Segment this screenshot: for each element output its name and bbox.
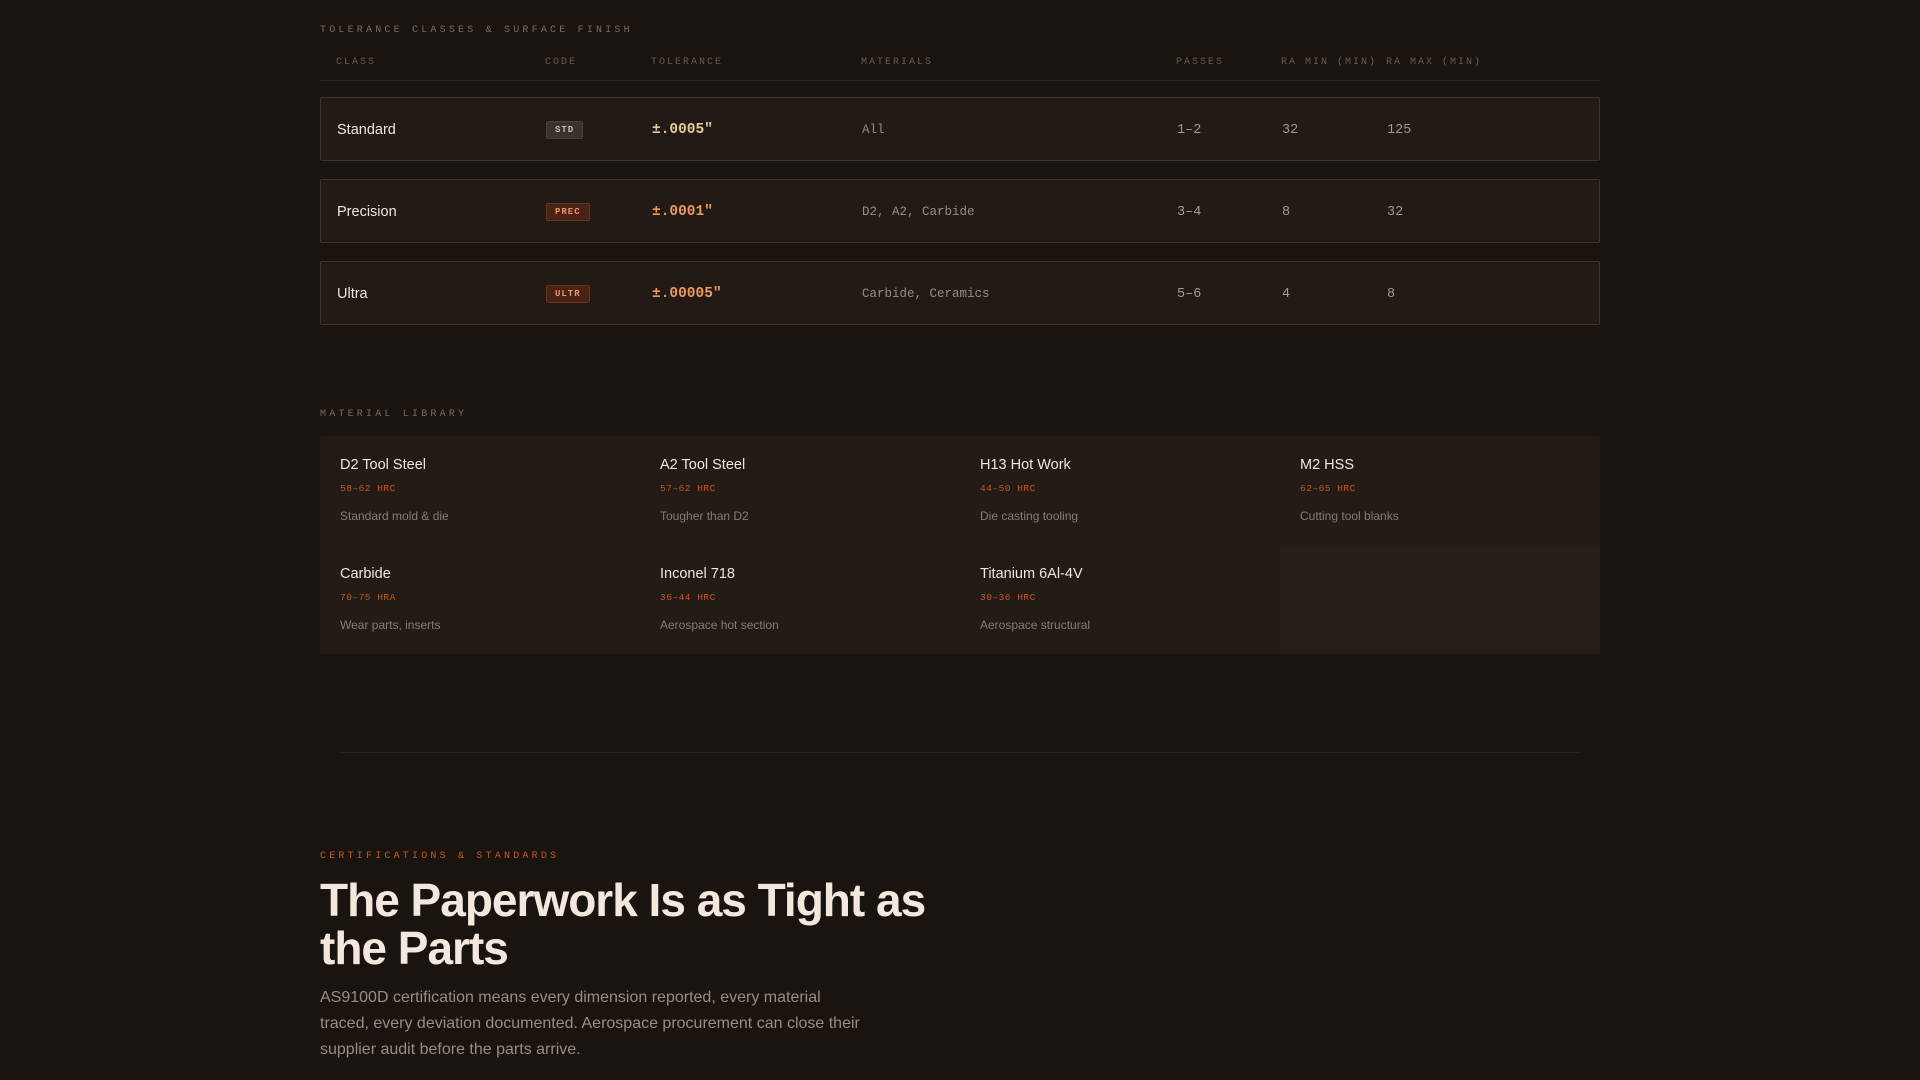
passes-value: 3–4 xyxy=(1177,204,1202,220)
col-code: CODE xyxy=(545,57,578,68)
material-description: Cutting tool blanks xyxy=(1300,509,1399,523)
material-description: Tougher than D2 xyxy=(660,509,749,523)
table-body: Standard STD ±.0005" All 1–2 32 125 Prec… xyxy=(320,97,1600,325)
material-hardness: 36–44 HRC xyxy=(660,592,716,603)
material-library-heading: MATERIAL LIBRARY xyxy=(320,409,468,420)
material-name: D2 Tool Steel xyxy=(340,457,426,473)
materials-value: D2, A2, Carbide xyxy=(862,205,975,219)
material-card-inconel[interactable]: Inconel 718 36–44 HRC Aerospace hot sect… xyxy=(640,545,960,654)
code-cell: STD xyxy=(546,98,584,162)
material-hardness: 57–62 HRC xyxy=(660,483,716,494)
material-name: H13 Hot Work xyxy=(980,457,1071,473)
material-card-titanium[interactable]: Titanium 6Al-4V 30–36 HRC Aerospace stru… xyxy=(960,545,1280,654)
class-name: Standard xyxy=(337,122,396,138)
material-description: Aerospace hot section xyxy=(660,618,779,632)
ra-min-value: 32 xyxy=(1282,122,1299,138)
class-name: Precision xyxy=(337,204,397,220)
materials-value: Carbide, Ceramics xyxy=(862,287,990,301)
material-name: Inconel 718 xyxy=(660,566,735,582)
material-card-carbide[interactable]: Carbide 70–75 HRA Wear parts, inserts xyxy=(320,545,640,654)
col-ra-max: RA MAX (MIN) xyxy=(1386,57,1483,68)
col-class: CLASS xyxy=(336,57,377,68)
table-header: CLASS CODE TOLERANCE MATERIALS PASSES RA… xyxy=(320,50,1600,81)
certifications-section: CERTIFICATIONS & STANDARDS The Paperwork… xyxy=(320,851,1600,1079)
table-row-standard[interactable]: Standard STD ±.0005" All 1–2 32 125 xyxy=(320,97,1600,161)
material-name: Titanium 6Al-4V xyxy=(980,566,1083,582)
passes-value: 5–6 xyxy=(1177,286,1202,302)
material-hardness: 30–36 HRC xyxy=(980,592,1036,603)
material-description: Aerospace structural xyxy=(980,618,1091,632)
tolerance-value: ±.00005" xyxy=(652,286,722,302)
table-row-ultra[interactable]: Ultra ULTR ±.00005" Carbide, Ceramics 5–… xyxy=(320,261,1600,325)
material-card-a2[interactable]: A2 Tool Steel 57–62 HRC Tougher than D2 xyxy=(640,436,960,545)
ra-min-value: 4 xyxy=(1282,286,1291,302)
col-tolerance: TOLERANCE xyxy=(651,57,724,68)
ra-max-value: 125 xyxy=(1387,122,1412,138)
certifications-body: AS9100D certification means every dimens… xyxy=(320,989,860,1058)
tolerance-heading: TOLERANCE CLASSES & SURFACE FINISH xyxy=(320,25,633,36)
tolerance-value: ±.0005" xyxy=(652,122,713,138)
material-hardness: 62–65 HRC xyxy=(1300,483,1356,494)
ra-max-value: 32 xyxy=(1387,204,1404,220)
class-name: Ultra xyxy=(337,286,368,302)
certifications-title: The Paperwork Is as Tight as the Parts xyxy=(320,874,926,974)
col-passes: PASSES xyxy=(1176,57,1225,68)
page: TOLERANCE CLASSES & SURFACE FINISH CLASS… xyxy=(0,0,1920,1080)
materials-value: All xyxy=(862,123,885,137)
material-hardness: 70–75 HRA xyxy=(340,592,396,603)
passes-value: 1–2 xyxy=(1177,122,1202,138)
certifications-eyebrow: CERTIFICATIONS & STANDARDS xyxy=(320,851,560,862)
tolerance-section: TOLERANCE CLASSES & SURFACE FINISH CLASS… xyxy=(320,25,1600,343)
ra-max-value: 8 xyxy=(1387,286,1396,302)
material-card-h13[interactable]: H13 Hot Work 44–50 HRC Die casting tooli… xyxy=(960,436,1280,545)
col-ra-min: RA MIN (MIN) xyxy=(1281,57,1378,68)
ra-min-value: 8 xyxy=(1282,204,1291,220)
code-badge: PREC xyxy=(546,203,590,221)
material-description: Standard mold & die xyxy=(340,509,449,523)
material-name: Carbide xyxy=(340,566,391,582)
code-badge: ULTR xyxy=(546,285,590,303)
material-card-d2[interactable]: D2 Tool Steel 58–62 HRC Standard mold & … xyxy=(320,436,640,545)
section-divider xyxy=(340,752,1580,753)
material-hardness: 44–50 HRC xyxy=(980,483,1036,494)
tolerance-value: ±.0001" xyxy=(652,204,713,220)
material-name: M2 HSS xyxy=(1300,457,1354,473)
material-library-section: MATERIAL LIBRARY D2 Tool Steel 58–62 HRC… xyxy=(320,409,1600,654)
material-hardness: 58–62 HRC xyxy=(340,483,396,494)
material-card-empty xyxy=(1280,545,1600,654)
material-card-m2[interactable]: M2 HSS 62–65 HRC Cutting tool blanks xyxy=(1280,436,1600,545)
material-description: Die casting tooling xyxy=(980,509,1079,523)
code-badge: STD xyxy=(546,121,584,139)
table-row-precision[interactable]: Precision PREC ±.0001" D2, A2, Carbide 3… xyxy=(320,179,1600,243)
code-cell: PREC xyxy=(546,180,590,244)
material-description: Wear parts, inserts xyxy=(340,618,441,632)
code-cell: ULTR xyxy=(546,262,590,326)
material-name: A2 Tool Steel xyxy=(660,457,746,473)
material-grid: D2 Tool Steel 58–62 HRC Standard mold & … xyxy=(320,436,1600,654)
col-materials: MATERIALS xyxy=(861,57,934,68)
